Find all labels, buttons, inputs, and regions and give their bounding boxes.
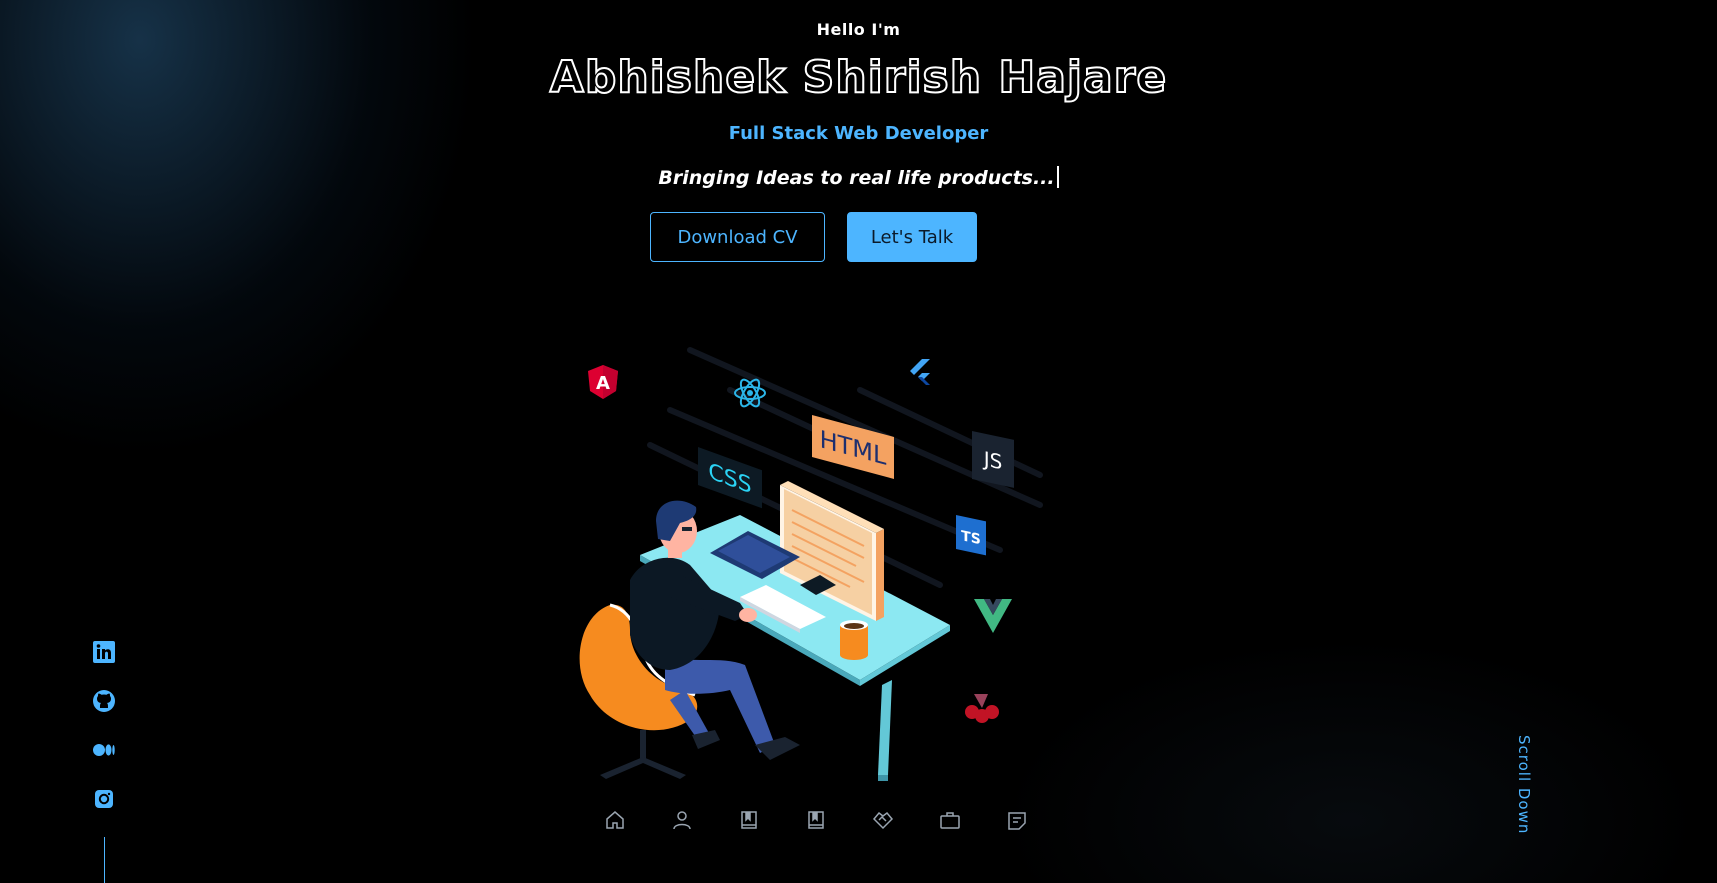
css-sign: CSS (698, 447, 762, 509)
angular-icon: A (588, 365, 618, 399)
hero-name: Abhishek Shirish Hajare (549, 51, 1168, 104)
linkedin-icon[interactable] (92, 640, 116, 664)
nav-experience-icon[interactable] (737, 808, 761, 832)
bottom-nav (593, 808, 1033, 832)
nav-contact-icon[interactable] (1005, 808, 1029, 832)
tagline-text: Bringing Ideas to real life products... (658, 167, 1055, 189)
vue-icon (974, 599, 1012, 633)
nav-services-icon[interactable] (804, 808, 828, 832)
js-icon: JS (972, 431, 1014, 488)
social-links (92, 640, 116, 836)
flutter-icon (910, 359, 930, 385)
jest-icon (965, 694, 999, 723)
lets-talk-button[interactable]: Let's Talk (847, 212, 977, 262)
nav-home-icon[interactable] (603, 808, 627, 832)
hero-role: Full Stack Web Developer (728, 123, 989, 144)
greeting: Hello I'm (816, 20, 901, 39)
nav-handshake-icon[interactable] (871, 808, 895, 832)
coffee-mug (840, 620, 868, 660)
download-cv-button[interactable]: Download CV (650, 212, 825, 262)
github-icon[interactable] (92, 689, 116, 713)
ts-icon: TS (956, 515, 986, 556)
hero-tagline: Bringing Ideas to real life products... (0, 166, 1717, 189)
instagram-icon[interactable] (92, 787, 116, 811)
nav-portfolio-icon[interactable] (938, 808, 962, 832)
nav-about-icon[interactable] (670, 808, 694, 832)
js-label: JS (982, 446, 1003, 474)
social-divider-line (104, 837, 105, 883)
developer-illustration: A HTML CSS JS TS (579, 347, 1043, 781)
typing-caret (1056, 166, 1059, 188)
svg-text:A: A (596, 373, 610, 394)
medium-icon[interactable] (92, 738, 116, 762)
scroll-down-link[interactable]: Scroll Down (1515, 735, 1533, 834)
